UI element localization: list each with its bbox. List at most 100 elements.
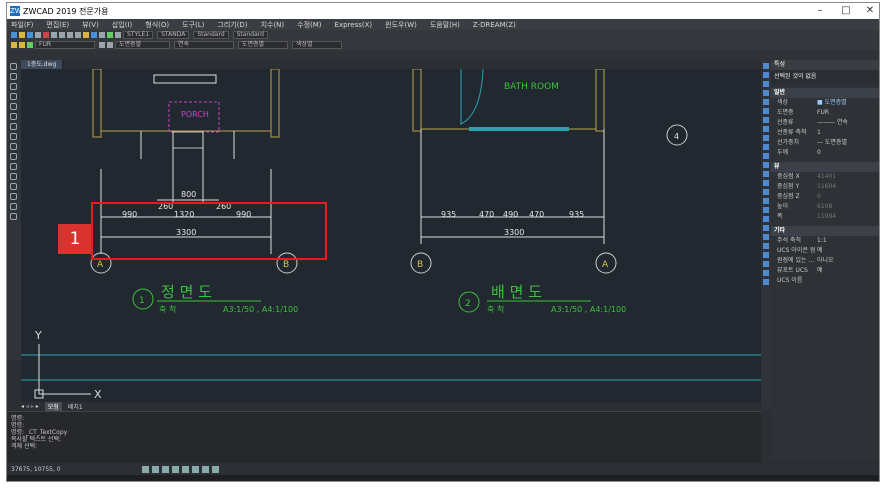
minimize-button[interactable]: – — [807, 3, 833, 19]
prop-row[interactable]: 선가중치 — 도면층별 — [771, 138, 879, 148]
menu-format[interactable]: 형식(O) — [145, 20, 169, 30]
tab-nav-arrows[interactable]: ◂ ◃ ▹ ▸ — [21, 403, 39, 410]
ortho-icon[interactable] — [162, 466, 169, 473]
arc-icon[interactable] — [10, 93, 17, 100]
lineweight-icon[interactable] — [202, 466, 209, 473]
tool-icon[interactable] — [763, 117, 769, 123]
tool-icon[interactable] — [763, 225, 769, 231]
line-icon[interactable] — [10, 63, 17, 70]
insert-icon[interactable] — [10, 203, 17, 210]
zoom-icon[interactable] — [91, 32, 97, 38]
tool-icon[interactable] — [763, 243, 769, 249]
menu-window[interactable]: 윈도우(W) — [385, 20, 417, 30]
gradient-icon[interactable] — [10, 213, 17, 220]
menu-express[interactable]: Express(X) — [335, 21, 373, 29]
otrack-icon[interactable] — [192, 466, 199, 473]
pan-icon[interactable] — [83, 32, 89, 38]
prop-row[interactable]: 선종류 축척 1 — [771, 128, 879, 138]
tool-icon[interactable] — [763, 63, 769, 69]
prop-row[interactable]: 선종류 ——— 연속 — [771, 118, 879, 128]
grid-icon[interactable] — [152, 466, 159, 473]
point-icon[interactable] — [10, 193, 17, 200]
doc-tab[interactable]: 1층도.dwg — [21, 60, 64, 69]
tab-model[interactable]: 모형 — [44, 402, 62, 411]
block-icon[interactable] — [10, 143, 17, 150]
dim-style-select[interactable]: STANDA — [157, 31, 190, 39]
model-icon[interactable] — [212, 466, 219, 473]
tool-icon[interactable] — [763, 234, 769, 240]
layer-select[interactable]: FUR — [35, 41, 95, 49]
section-general[interactable]: 일반 — [771, 88, 879, 98]
menu-draw[interactable]: 그리기(D) — [217, 20, 247, 30]
menu-tools[interactable]: 도구(L) — [182, 20, 204, 30]
spline-icon[interactable] — [10, 123, 17, 130]
osnap-icon[interactable] — [182, 466, 189, 473]
prop-row[interactable]: 두께 0 — [771, 148, 879, 158]
menu-view[interactable]: 뷰(V) — [82, 20, 99, 30]
menu-modify[interactable]: 수정(M) — [297, 20, 321, 30]
ellipse-icon[interactable] — [10, 133, 17, 140]
new-icon[interactable] — [11, 32, 17, 38]
tool-icon[interactable] — [763, 279, 769, 285]
prop-row[interactable]: 주석 축척 1:1 — [771, 236, 879, 246]
prop-row[interactable]: 뷰포트 UCS 예 — [771, 266, 879, 276]
hatch-icon[interactable] — [10, 153, 17, 160]
layer-iso-icon[interactable] — [107, 42, 113, 48]
print-icon[interactable] — [35, 32, 41, 38]
section-view[interactable]: 뷰 — [771, 162, 879, 172]
tool-icon[interactable] — [763, 198, 769, 204]
close-button[interactable]: ✕ — [857, 3, 879, 19]
snap-icon[interactable] — [142, 466, 149, 473]
selection-dropdown[interactable]: 선택된 것이 없음 — [771, 70, 879, 84]
tool-icon[interactable] — [763, 126, 769, 132]
lineweight-select[interactable]: 도면층별 — [238, 41, 288, 49]
tool-icon[interactable] — [763, 261, 769, 267]
tool-icon[interactable] — [763, 270, 769, 276]
copy-icon[interactable] — [51, 32, 57, 38]
prop-row[interactable]: UCS 이름 — [771, 276, 879, 286]
tool-icon[interactable] — [763, 216, 769, 222]
mtext-icon[interactable] — [10, 183, 17, 190]
prop-row[interactable]: 도면층 FUR — [771, 108, 879, 118]
tool-icon[interactable] — [763, 144, 769, 150]
cut-icon[interactable] — [43, 32, 49, 38]
polygon-icon[interactable] — [10, 113, 17, 120]
layer-icon[interactable] — [115, 32, 121, 38]
menu-help[interactable]: 도움말(H) — [430, 20, 460, 30]
polyline-icon[interactable] — [10, 73, 17, 80]
bulb-icon[interactable] — [19, 42, 25, 48]
tool-icon[interactable] — [763, 252, 769, 258]
text-style-select[interactable]: STYLE1 — [123, 31, 154, 39]
tool-icon[interactable] — [763, 72, 769, 78]
menu-file[interactable]: 파일(F) — [11, 20, 33, 30]
prop-row[interactable]: 색상 ■ 도면층별 — [771, 98, 879, 108]
maximize-button[interactable]: □ — [833, 3, 859, 19]
tool-icon[interactable] — [763, 162, 769, 168]
command-window[interactable]: 명령: 명령: 명령: _CT_TextCopy 복사할 텍스트 선택: 객체 … — [7, 411, 761, 463]
circle-icon[interactable] — [10, 83, 17, 90]
tool-icon[interactable] — [763, 153, 769, 159]
rectangle-icon[interactable] — [10, 103, 17, 110]
tool-icon[interactable] — [763, 207, 769, 213]
plotstyle-select[interactable]: 색상별 — [292, 41, 342, 49]
multileader-style-select[interactable]: Standard — [232, 31, 268, 39]
redo-icon[interactable] — [75, 32, 81, 38]
layer-prev-icon[interactable] — [99, 42, 105, 48]
region-icon[interactable] — [10, 163, 17, 170]
properties-icon[interactable] — [99, 32, 105, 38]
menu-edit[interactable]: 편집(E) — [46, 20, 69, 30]
linetype-select[interactable]: 연속 — [174, 41, 234, 49]
tool-icon[interactable] — [763, 81, 769, 87]
save-icon[interactable] — [27, 32, 33, 38]
color-select[interactable]: 도면층별 — [115, 41, 170, 49]
tool-icon[interactable] — [763, 171, 769, 177]
tool-icon[interactable] — [763, 99, 769, 105]
menu-zdream[interactable]: Z-DREAM(Z) — [473, 21, 516, 29]
sun-icon[interactable] — [27, 42, 33, 48]
tool-icon[interactable] — [763, 189, 769, 195]
tool-icon[interactable] — [763, 135, 769, 141]
open-icon[interactable] — [19, 32, 25, 38]
command-prompt[interactable]: 객체 선택: — [11, 443, 757, 450]
tab-layout1[interactable]: 배치1 — [68, 402, 83, 411]
polar-icon[interactable] — [172, 466, 179, 473]
